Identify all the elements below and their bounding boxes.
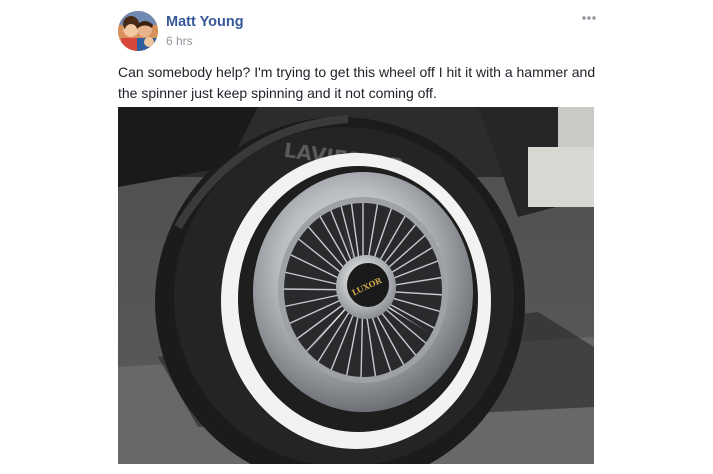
post-timestamp[interactable]: 6 hrs (166, 33, 193, 49)
post-body-text: Can somebody help? I'm trying to get thi… (118, 64, 596, 101)
wheel-photo-image: LAVIESTAR (118, 107, 594, 464)
post-photo[interactable]: LAVIESTAR (118, 107, 594, 464)
avatar-image (118, 11, 158, 51)
avatar[interactable] (118, 11, 158, 51)
more-options-icon[interactable] (579, 9, 599, 25)
author-name[interactable]: Matt Young (166, 13, 244, 31)
post-card: Matt Young 6 hrs Can somebody help? I'm … (0, 0, 713, 474)
